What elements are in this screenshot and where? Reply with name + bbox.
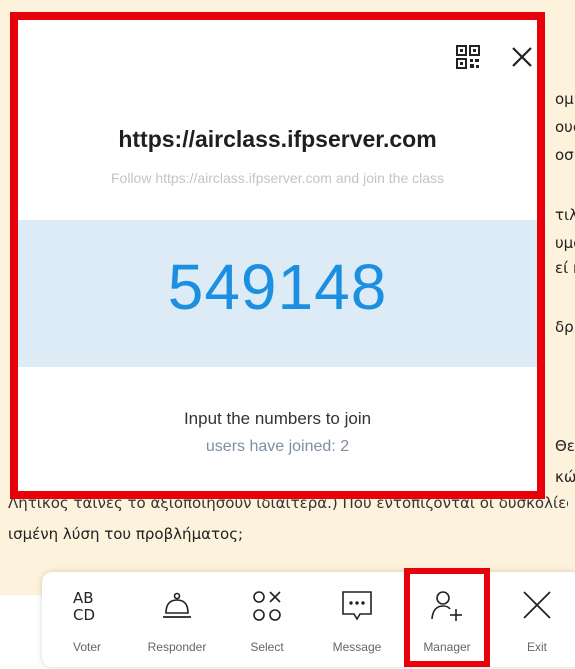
message-label: Message <box>332 640 382 654</box>
svg-text:AB: AB <box>73 589 94 607</box>
exit-button[interactable]: Exit <box>492 572 575 667</box>
qr-code-icon[interactable] <box>456 45 480 69</box>
voter-abcd-icon: AB CD <box>73 589 95 624</box>
select-label: Select <box>250 640 284 654</box>
select-button[interactable]: Select <box>222 572 312 667</box>
join-code-panel: 549148 <box>18 220 537 367</box>
doc-fragment: ομί <box>555 90 575 108</box>
input-hint: Input the numbers to join <box>183 409 372 428</box>
bottom-toolbar: AB CD Voter Responder Select Message Man… <box>42 572 575 667</box>
message-icon <box>342 591 372 621</box>
server-url-title: https://airclass.ifpserver.com <box>118 126 437 152</box>
doc-fragment: οσβ <box>555 146 575 164</box>
close-icon[interactable] <box>509 44 535 70</box>
doc-line: ισμένη λύση του προβλήματος; <box>8 525 244 543</box>
message-button[interactable]: Message <box>312 572 402 667</box>
responder-label: Responder <box>147 640 207 654</box>
svg-text:CD: CD <box>73 606 95 624</box>
responder-button[interactable]: Responder <box>132 572 222 667</box>
exit-label: Exit <box>526 640 547 654</box>
voter-button[interactable]: AB CD Voter <box>42 572 132 667</box>
join-code: 549148 <box>167 251 388 323</box>
doc-fragment: υμφ <box>555 234 575 252</box>
users-joined-count: users have joined: 2 <box>205 438 350 455</box>
manager-highlight-box <box>404 568 490 667</box>
doc-fragment: Θε <box>555 437 575 455</box>
bell-icon <box>163 592 191 618</box>
doc-fragment: εί η <box>555 259 575 277</box>
doc-fragment: τιλ <box>555 206 575 224</box>
voter-label: Voter <box>72 640 102 654</box>
follow-instructions: Follow https://airclass.ifpserver.com an… <box>110 170 445 186</box>
select-shapes-icon <box>253 591 281 621</box>
exit-x-icon <box>523 591 551 619</box>
join-class-dialog: https://airclass.ifpserver.com Follow ht… <box>10 12 545 499</box>
doc-fragment: ους <box>555 118 575 136</box>
doc-fragment: δρ <box>555 318 574 336</box>
doc-fragment: κών <box>555 468 575 486</box>
